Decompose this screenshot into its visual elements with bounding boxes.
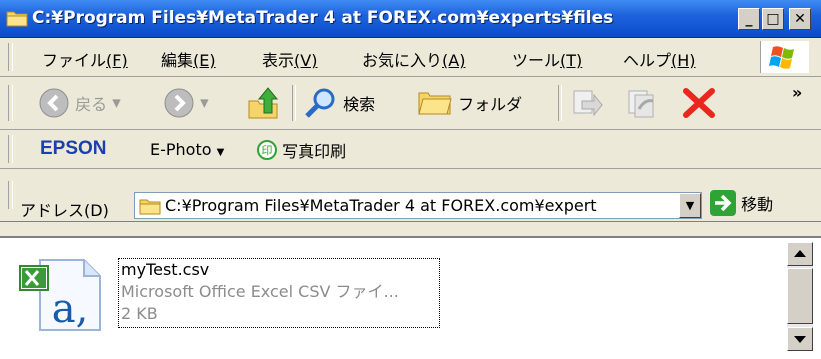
ephoto-label: E-Photo — [150, 140, 212, 159]
epson-toolbar: EPSON E-Photo ▼ 印 写真印刷 — [0, 130, 821, 169]
back-dropdown-icon[interactable]: ▼ — [112, 97, 120, 110]
ephoto-button[interactable]: E-Photo ▼ — [150, 140, 224, 159]
copy-to-button[interactable] — [625, 87, 659, 123]
close-button[interactable]: ✕ — [789, 8, 811, 30]
menu-help-label: ヘルプ — [623, 51, 672, 70]
menu-view-label: 表示 — [262, 51, 295, 70]
file-label-box[interactable]: myTest.csv Microsoft Office Excel CSV ファ… — [118, 258, 440, 328]
scroll-down-button[interactable] — [787, 327, 813, 351]
copy-to-icon — [628, 90, 654, 118]
excel-csv-file-icon: a, — [19, 259, 101, 332]
scroll-up-button[interactable] — [787, 242, 813, 266]
file-size: 2 KB — [121, 304, 158, 323]
folder-icon — [6, 11, 28, 27]
go-button[interactable]: 移動 — [710, 190, 773, 216]
address-dropdown-button[interactable]: ▼ — [679, 193, 701, 218]
svg-text:印: 印 — [262, 144, 273, 157]
back-label: 戻る — [75, 95, 108, 114]
windows-flag-icon — [769, 46, 794, 69]
back-arrow-icon — [39, 88, 69, 118]
window-title: C:¥Program Files¥MetaTrader 4 at FOREX.c… — [32, 8, 614, 28]
toolbar-overflow-chevron[interactable]: » — [792, 83, 802, 102]
menu-help[interactable]: ヘルプ(H) — [623, 47, 696, 71]
file-list-pane[interactable]: a, myTest.csv Microsoft Office Excel CSV… — [0, 236, 821, 359]
menu-tools-label: ツール — [512, 51, 561, 70]
up-triangle-icon — [794, 250, 806, 257]
menu-favorites[interactable]: お気に入り(A) — [362, 47, 465, 71]
search-label: 検索 — [343, 95, 376, 114]
toolbar-separator — [558, 85, 562, 121]
back-button[interactable]: 戻る ▼ — [38, 87, 121, 119]
maximize-button[interactable]: □ — [762, 8, 784, 30]
standard-toolbar: 戻る ▼ ▼ 検索 フォルダ » — [0, 77, 821, 130]
print-badge-icon: 印 — [257, 140, 277, 160]
address-bar-grip[interactable] — [8, 181, 13, 209]
menu-tools[interactable]: ツール(T) — [512, 47, 582, 71]
folders-icon — [418, 92, 452, 115]
menu-view-accel: (V) — [294, 51, 318, 70]
forward-arrow-icon — [164, 88, 194, 118]
folder-icon — [139, 199, 161, 215]
menu-file-label: ファイル — [42, 51, 107, 70]
up-folder-icon — [248, 87, 279, 119]
delete-x-icon — [683, 88, 715, 118]
title-bar[interactable]: C:¥Program Files¥MetaTrader 4 at FOREX.c… — [0, 0, 821, 38]
menu-file[interactable]: ファイル(F) — [42, 47, 128, 71]
vertical-scrollbar[interactable] — [787, 242, 813, 351]
forward-button[interactable]: ▼ — [163, 87, 209, 119]
menu-help-accel: (H) — [671, 51, 696, 70]
photo-print-label: 写真印刷 — [282, 142, 347, 161]
menu-file-accel: (F) — [106, 51, 128, 70]
file-name: myTest.csv — [121, 260, 210, 279]
menu-favorites-label: お気に入り — [362, 51, 443, 70]
ephoto-dropdown-icon[interactable]: ▼ — [217, 147, 225, 158]
scroll-thumb[interactable] — [787, 268, 813, 324]
menu-favorites-accel: (A) — [442, 51, 466, 70]
menu-bar: ファイル(F) 編集(E) 表示(V) お気に入り(A) ツール(T) ヘルプ(… — [0, 38, 821, 77]
up-folder-button[interactable] — [246, 85, 280, 125]
delete-button[interactable] — [682, 87, 716, 123]
windows-logo — [760, 41, 809, 73]
photo-print-button[interactable]: 印 写真印刷 — [257, 138, 346, 162]
go-arrow-icon — [710, 190, 736, 216]
search-icon — [305, 88, 335, 118]
menu-grip[interactable] — [8, 43, 13, 71]
address-label: アドレス(D) — [20, 201, 109, 220]
menu-view[interactable]: 表示(V) — [262, 47, 317, 71]
address-input[interactable]: C:¥Program Files¥MetaTrader 4 at FOREX.c… — [134, 192, 702, 219]
forward-dropdown-icon[interactable]: ▼ — [200, 97, 208, 110]
svg-text:a,: a, — [52, 286, 89, 332]
file-item[interactable]: a, myTest.csv Microsoft Office Excel CSV… — [18, 256, 448, 332]
folders-label: フォルダ — [458, 95, 523, 114]
folders-button[interactable]: フォルダ — [417, 87, 522, 119]
move-to-button[interactable] — [570, 87, 604, 123]
chevron-down-icon: ▼ — [685, 199, 695, 212]
address-value: C:¥Program Files¥MetaTrader 4 at FOREX.c… — [165, 196, 597, 215]
minimize-button[interactable]: _ — [738, 8, 760, 30]
menu-edit[interactable]: 編集(E) — [161, 47, 216, 71]
search-button[interactable]: 検索 — [304, 87, 375, 119]
menu-edit-accel: (E) — [193, 51, 216, 70]
epson-logo: EPSON — [40, 138, 107, 159]
move-to-icon — [573, 90, 603, 117]
epson-toolbar-grip[interactable] — [8, 135, 13, 163]
toolbar-separator — [292, 85, 296, 121]
down-triangle-icon — [794, 336, 806, 343]
go-label: 移動 — [741, 195, 774, 214]
menu-tools-accel: (T) — [560, 51, 583, 70]
toolbar-grip[interactable] — [8, 85, 13, 121]
menu-edit-label: 編集 — [161, 51, 194, 70]
file-type: Microsoft Office Excel CSV ファイ... — [121, 282, 399, 301]
